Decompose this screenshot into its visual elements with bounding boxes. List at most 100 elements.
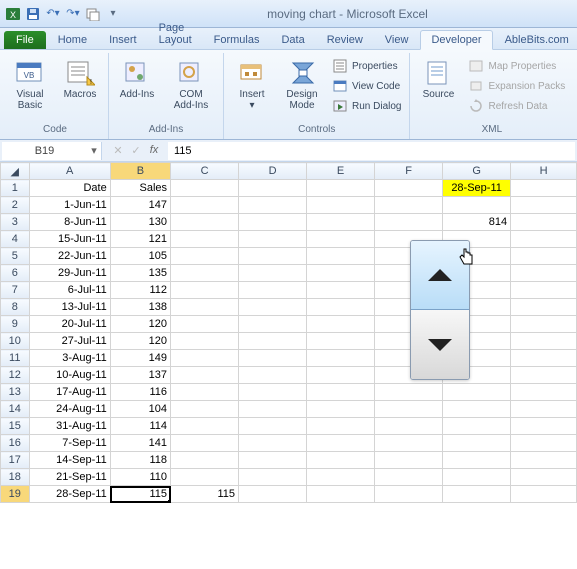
cell[interactable]: 21-Sep-11 bbox=[29, 469, 110, 486]
cell[interactable] bbox=[443, 486, 511, 503]
cell[interactable]: 7-Sep-11 bbox=[29, 435, 110, 452]
col-header[interactable]: H bbox=[511, 163, 577, 180]
cell[interactable]: 31-Aug-11 bbox=[29, 418, 110, 435]
cell[interactable] bbox=[239, 367, 307, 384]
col-header[interactable]: F bbox=[375, 163, 443, 180]
cell[interactable] bbox=[307, 452, 375, 469]
cell[interactable]: 8-Jun-11 bbox=[29, 214, 110, 231]
col-header[interactable]: E bbox=[307, 163, 375, 180]
tab-view[interactable]: View bbox=[375, 31, 419, 49]
cell[interactable]: 137 bbox=[110, 367, 170, 384]
cell[interactable] bbox=[443, 384, 511, 401]
cell[interactable] bbox=[171, 299, 239, 316]
map-properties-button[interactable]: Map Properties bbox=[464, 57, 569, 75]
cell[interactable] bbox=[171, 231, 239, 248]
cell[interactable] bbox=[307, 350, 375, 367]
tab-home[interactable]: Home bbox=[48, 31, 97, 49]
insert-control-button[interactable]: Insert▾ bbox=[228, 55, 276, 113]
visual-basic-button[interactable]: VB Visual Basic bbox=[6, 55, 54, 113]
col-header[interactable]: B bbox=[110, 163, 170, 180]
tab-data[interactable]: Data bbox=[271, 31, 314, 49]
row-header[interactable]: 1 bbox=[1, 180, 30, 197]
cell[interactable] bbox=[511, 265, 577, 282]
expansion-packs-button[interactable]: Expansion Packs bbox=[464, 77, 569, 95]
cell[interactable] bbox=[171, 214, 239, 231]
col-header[interactable]: G bbox=[443, 163, 511, 180]
cell[interactable] bbox=[239, 197, 307, 214]
cell[interactable] bbox=[307, 265, 375, 282]
macros-button[interactable]: ! Macros bbox=[56, 55, 104, 102]
cell[interactable] bbox=[307, 384, 375, 401]
cell[interactable] bbox=[375, 197, 443, 214]
cell[interactable]: 118 bbox=[110, 452, 170, 469]
cell[interactable] bbox=[239, 401, 307, 418]
cell[interactable]: 116 bbox=[110, 384, 170, 401]
fx-icon[interactable]: fx bbox=[146, 144, 162, 157]
cell[interactable] bbox=[511, 299, 577, 316]
select-all-button[interactable]: ◢ bbox=[1, 163, 30, 180]
cell[interactable] bbox=[307, 180, 375, 197]
cell[interactable]: 147 bbox=[110, 197, 170, 214]
cell[interactable] bbox=[171, 316, 239, 333]
cell[interactable]: 112 bbox=[110, 282, 170, 299]
cell[interactable] bbox=[511, 333, 577, 350]
cell[interactable] bbox=[443, 452, 511, 469]
cell[interactable] bbox=[171, 282, 239, 299]
tab-page-layout[interactable]: Page Layout bbox=[149, 19, 202, 49]
source-button[interactable]: Source bbox=[414, 55, 462, 102]
cell[interactable] bbox=[307, 418, 375, 435]
properties-button[interactable]: Properties bbox=[328, 57, 405, 75]
cell[interactable] bbox=[171, 350, 239, 367]
row-header[interactable]: 4 bbox=[1, 231, 30, 248]
tab-developer[interactable]: Developer bbox=[420, 30, 492, 50]
cell[interactable] bbox=[239, 384, 307, 401]
cell[interactable] bbox=[511, 180, 577, 197]
cell[interactable] bbox=[511, 350, 577, 367]
cell[interactable] bbox=[511, 197, 577, 214]
col-header[interactable]: A bbox=[29, 163, 110, 180]
cell[interactable] bbox=[511, 401, 577, 418]
cell[interactable]: 110 bbox=[110, 469, 170, 486]
cell[interactable] bbox=[171, 197, 239, 214]
run-dialog-button[interactable]: Run Dialog bbox=[328, 97, 405, 115]
cell[interactable] bbox=[511, 214, 577, 231]
cell[interactable]: 130 bbox=[110, 214, 170, 231]
cell[interactable] bbox=[239, 418, 307, 435]
cell[interactable] bbox=[375, 418, 443, 435]
cell[interactable]: 104 bbox=[110, 401, 170, 418]
cell[interactable]: 15-Jun-11 bbox=[29, 231, 110, 248]
cell[interactable] bbox=[239, 316, 307, 333]
cell[interactable]: 115 bbox=[110, 486, 170, 503]
cell[interactable] bbox=[307, 316, 375, 333]
row-header[interactable]: 6 bbox=[1, 265, 30, 282]
cell[interactable]: 17-Aug-11 bbox=[29, 384, 110, 401]
cell[interactable] bbox=[239, 452, 307, 469]
cell[interactable]: Sales bbox=[110, 180, 170, 197]
cell[interactable] bbox=[239, 435, 307, 452]
cell[interactable] bbox=[307, 248, 375, 265]
cell[interactable] bbox=[239, 214, 307, 231]
cell[interactable] bbox=[171, 367, 239, 384]
spin-up-button[interactable] bbox=[411, 241, 469, 310]
cell[interactable]: 10-Aug-11 bbox=[29, 367, 110, 384]
cell[interactable]: 141 bbox=[110, 435, 170, 452]
cell[interactable]: 114 bbox=[110, 418, 170, 435]
cell[interactable] bbox=[171, 384, 239, 401]
row-header[interactable]: 11 bbox=[1, 350, 30, 367]
com-addins-button[interactable]: COM Add-Ins bbox=[163, 55, 219, 113]
undo-button[interactable]: ↶▾ bbox=[44, 5, 62, 23]
formula-input[interactable] bbox=[168, 142, 575, 160]
cell[interactable]: 120 bbox=[110, 316, 170, 333]
row-header[interactable]: 2 bbox=[1, 197, 30, 214]
cell[interactable] bbox=[375, 435, 443, 452]
row-header[interactable]: 8 bbox=[1, 299, 30, 316]
row-header[interactable]: 18 bbox=[1, 469, 30, 486]
refresh-data-button[interactable]: Refresh Data bbox=[464, 97, 569, 115]
name-box-dropdown-icon[interactable]: ▾ bbox=[87, 144, 101, 157]
row-header[interactable]: 14 bbox=[1, 401, 30, 418]
cell[interactable] bbox=[375, 384, 443, 401]
spin-down-button[interactable] bbox=[411, 310, 469, 379]
cell[interactable] bbox=[511, 282, 577, 299]
cell[interactable]: 1-Jun-11 bbox=[29, 197, 110, 214]
cell[interactable] bbox=[239, 299, 307, 316]
